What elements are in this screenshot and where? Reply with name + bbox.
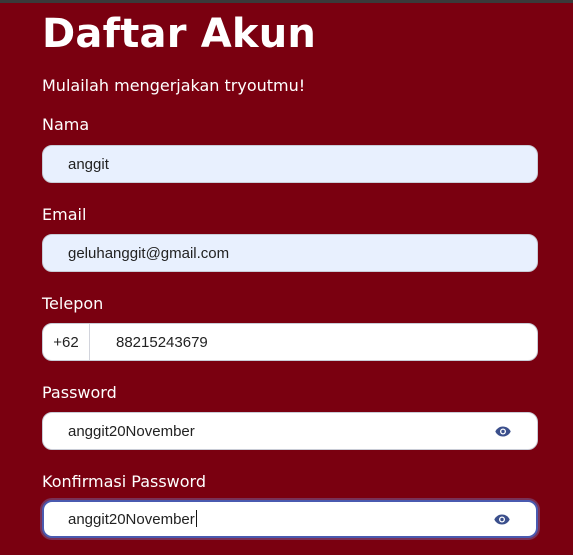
email-field[interactable]: geluhanggit@gmail.com — [42, 234, 538, 272]
eye-icon[interactable] — [493, 512, 511, 526]
phone-field[interactable]: +62 88215243679 — [42, 323, 538, 361]
email-label: Email — [42, 205, 87, 224]
password-value: anggit20November — [68, 422, 195, 440]
text-caret — [195, 510, 197, 527]
phone-label: Telepon — [42, 294, 104, 313]
window-top-strip — [0, 0, 573, 3]
password-label: Password — [42, 383, 117, 402]
page-subtitle: Mulailah mengerjakan tryoutmu! — [42, 76, 306, 95]
password-field[interactable]: anggit20November — [42, 412, 538, 450]
phone-value: 88215243679 — [116, 333, 208, 351]
confirm-password-field[interactable]: anggit20November — [42, 500, 538, 538]
eye-icon[interactable] — [494, 424, 512, 438]
confirm-password-value: anggit20November — [44, 510, 493, 528]
page-title: Daftar Akun — [42, 11, 317, 57]
name-value: anggit — [68, 155, 109, 173]
phone-country-prefix: +62 — [43, 324, 90, 360]
name-field[interactable]: anggit — [42, 145, 538, 183]
email-value: geluhanggit@gmail.com — [68, 244, 230, 262]
confirm-password-text: anggit20November — [68, 511, 195, 528]
name-label: Nama — [42, 115, 90, 134]
confirm-password-label: Konfirmasi Password — [42, 472, 206, 491]
